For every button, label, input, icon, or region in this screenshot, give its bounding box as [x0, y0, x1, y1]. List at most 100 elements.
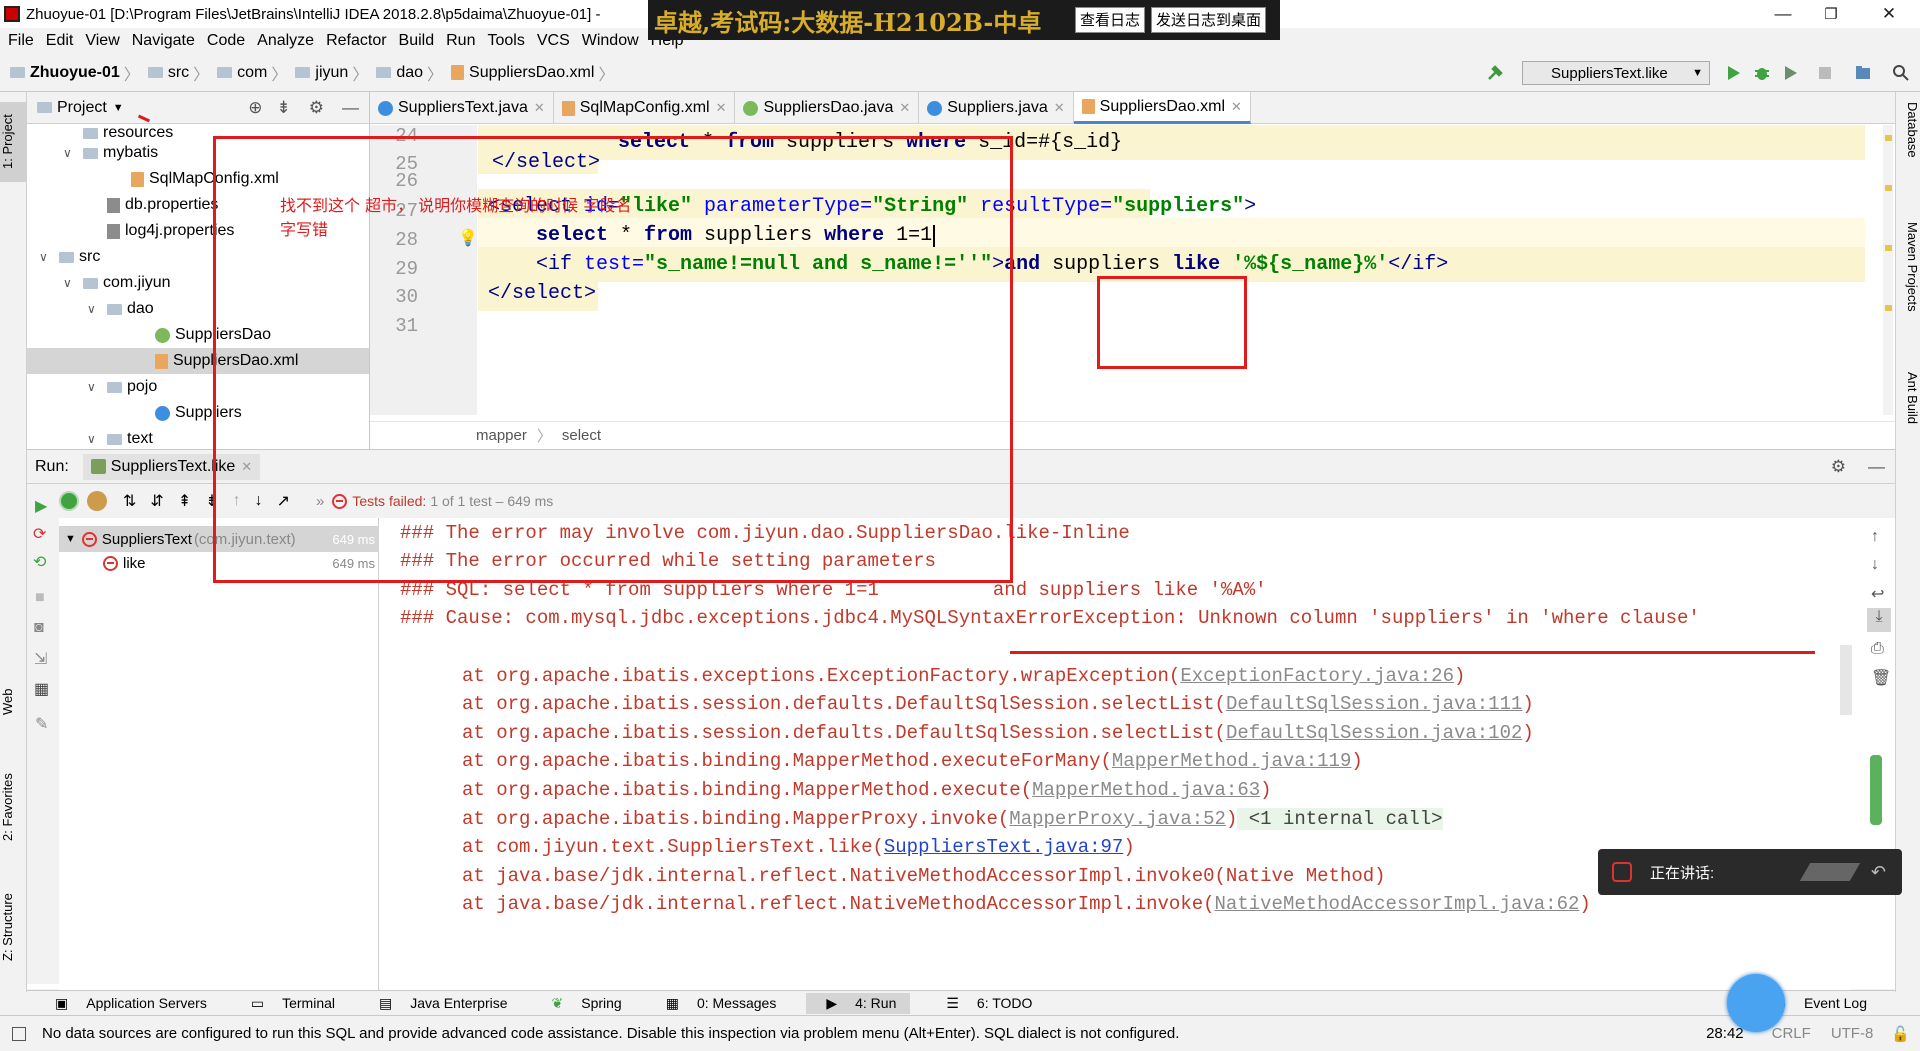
close-button[interactable]: ✕ — [1864, 0, 1914, 28]
menu-window[interactable]: Window — [582, 32, 639, 50]
tool-tab-project[interactable]: 1: Project — [0, 102, 27, 182]
chevron-down-icon[interactable]: ∨ — [39, 250, 53, 264]
chevron-down-icon[interactable]: ∨ — [87, 432, 101, 446]
run-configuration-select[interactable]: SuppliersText.like ▼ — [1522, 61, 1710, 85]
gear-icon[interactable]: ⚙ — [1831, 457, 1846, 477]
close-tab-icon[interactable]: ✕ — [899, 100, 910, 116]
tab-suppliersdao-xml[interactable]: SuppliersDao.xml ✕ — [1073, 92, 1251, 124]
sort-alpha-icon[interactable]: ⇅ — [123, 491, 136, 511]
tool-tab-terminal[interactable]: ▭ Terminal — [237, 995, 343, 1012]
chevron-down-icon[interactable]: ∨ — [87, 302, 101, 316]
console-output[interactable]: ### The error may involve com.jiyun.dao.… — [380, 518, 1850, 990]
close-tab-icon[interactable]: ✕ — [1231, 99, 1242, 115]
breadcrumb-com[interactable]: com 〉 — [217, 61, 291, 85]
menu-edit[interactable]: Edit — [46, 32, 74, 50]
menu-run[interactable]: Run — [446, 32, 475, 50]
menu-navigate[interactable]: Navigate — [132, 32, 195, 50]
tree-item[interactable]: Suppliers — [27, 400, 242, 426]
soft-wrap-icon[interactable]: ↩ — [1871, 584, 1884, 604]
scroll-up-icon[interactable]: ↑ — [1871, 528, 1879, 546]
caret-position[interactable]: 28:42 — [1706, 1025, 1744, 1042]
internal-call-fold[interactable]: <1 internal call> — [1237, 807, 1443, 830]
expand-all-icon[interactable]: ⇞ — [178, 491, 191, 511]
microphone-icon[interactable] — [1612, 862, 1632, 882]
toggle-tool-windows-icon[interactable] — [12, 1026, 26, 1041]
tree-item[interactable]: log4j.properties — [27, 218, 234, 244]
breadcrumb-dao[interactable]: dao 〉 — [376, 61, 447, 85]
floating-assistant-button[interactable] — [1727, 974, 1785, 1032]
stop-icon[interactable] — [1816, 64, 1834, 82]
stack-trace-link[interactable]: MapperProxy.java:52 — [1009, 808, 1226, 830]
rerun-icon[interactable]: ▶ — [35, 496, 47, 516]
tool-tab-database[interactable]: Database — [1898, 102, 1920, 182]
menu-refactor[interactable]: Refactor — [326, 32, 386, 50]
chevron-down-icon[interactable]: ∨ — [63, 276, 77, 290]
menu-vcs[interactable]: VCS — [537, 32, 570, 50]
scroll-down-icon[interactable]: ↓ — [1871, 556, 1879, 574]
menu-tools[interactable]: Tools — [487, 32, 524, 50]
import-icon[interactable]: ⇲ — [34, 649, 47, 669]
file-encoding[interactable]: UTF-8 — [1831, 1025, 1874, 1042]
tree-item[interactable]: ∨ com.jiyun — [27, 270, 171, 296]
close-tab-icon[interactable]: ✕ — [716, 100, 727, 116]
scroll-to-end-icon[interactable]: ⤓ — [1867, 608, 1891, 632]
show-passed-icon[interactable] — [59, 491, 79, 511]
search-everywhere-icon[interactable] — [1892, 64, 1910, 82]
menu-file[interactable]: File — [8, 32, 34, 50]
restore-button[interactable]: ❐ — [1806, 0, 1856, 28]
menu-analyze[interactable]: Analyze — [257, 32, 314, 50]
gear-icon[interactable]: ⚙ — [309, 98, 324, 118]
hide-panel-icon[interactable]: — — [1868, 457, 1885, 477]
chevron-down-icon[interactable]: ∨ — [87, 380, 101, 394]
chevron-down-icon[interactable]: ▼ — [113, 102, 124, 114]
tab-suppliersdao-java[interactable]: SuppliersDao.java ✕ — [735, 92, 920, 124]
tool-tab-structure[interactable]: Z: Structure — [0, 872, 27, 982]
locate-icon[interactable]: ⊕ — [248, 98, 262, 118]
tree-item[interactable]: ∨ src — [27, 244, 100, 270]
rerun-failed-icon[interactable]: ⟳ — [33, 524, 46, 544]
tab-sqlmapconfig-xml[interactable]: SqlMapConfig.xml ✕ — [554, 92, 736, 124]
tree-item[interactable]: ∨ dao — [27, 296, 154, 322]
lock-icon[interactable]: 🔓 — [1891, 1025, 1910, 1043]
toggle-auto-test-icon[interactable]: ⟲ — [33, 552, 46, 572]
minimize-button[interactable]: — — [1758, 0, 1808, 28]
editor-error-stripe[interactable] — [1883, 125, 1893, 415]
console-scrollbar[interactable] — [1840, 645, 1852, 715]
stack-trace-link[interactable]: DefaultSqlSession.java:102 — [1226, 722, 1522, 744]
show-ignored-icon[interactable] — [87, 491, 107, 511]
project-structure-icon[interactable] — [1854, 64, 1872, 82]
tool-tab-web[interactable]: Web — [0, 672, 27, 732]
tool-tab-application-servers[interactable]: ▣ Application Servers — [41, 995, 215, 1012]
breadcrumb-project[interactable]: Zhuoyue-01 〉 — [10, 61, 144, 85]
pin-icon[interactable]: ✎ — [35, 714, 48, 734]
camera-icon[interactable]: ◙ — [34, 619, 44, 637]
menu-build[interactable]: Build — [399, 32, 435, 50]
tool-tab-maven[interactable]: Maven Projects — [1898, 222, 1920, 352]
tool-tab-messages[interactable]: ▦ 0: Messages — [652, 995, 785, 1012]
view-log-button[interactable]: 查看日志 — [1075, 7, 1146, 33]
tab-suppliers-java[interactable]: Suppliers.java ✕ — [919, 92, 1074, 124]
tree-item[interactable]: ∨ mybatis — [27, 140, 158, 166]
close-tab-icon[interactable]: ✕ — [534, 100, 545, 116]
send-log-button[interactable]: 发送日志到桌面 — [1151, 7, 1267, 33]
project-panel-title[interactable]: Project — [57, 99, 107, 117]
close-tab-icon[interactable]: ✕ — [1054, 100, 1065, 116]
stack-trace-link[interactable]: ExceptionFactory.java:26 — [1180, 665, 1454, 687]
trash-icon[interactable]: 🗑 — [1871, 668, 1891, 688]
tool-tab-java-enterprise[interactable]: ▤ Java Enterprise — [365, 995, 516, 1012]
collapse-all-icon[interactable]: ⇟ — [277, 98, 291, 118]
tree-item[interactable]: ∨ pojo — [27, 374, 157, 400]
tool-tab-spring[interactable]: ❦ Spring — [538, 995, 630, 1012]
stack-trace-link[interactable]: NativeMethodAccessorImpl.java:62 — [1215, 893, 1580, 915]
tree-item[interactable]: db.properties — [27, 192, 218, 218]
menu-code[interactable]: Code — [207, 32, 245, 50]
breadcrumb-jiyun[interactable]: jiyun 〉 — [295, 61, 372, 85]
debug-icon[interactable] — [1753, 64, 1771, 82]
tool-tab-favorites[interactable]: 2: Favorites — [0, 752, 27, 862]
print-icon[interactable]: ⎙ — [1871, 640, 1884, 658]
tab-supplierstext-java[interactable]: SuppliersText.java ✕ — [370, 92, 554, 124]
menu-view[interactable]: View — [85, 32, 119, 50]
stack-trace-link[interactable]: MapperMethod.java:119 — [1112, 750, 1351, 772]
layout-icon[interactable]: ▦ — [34, 679, 49, 699]
back-icon[interactable]: ↶ — [1871, 862, 1886, 883]
